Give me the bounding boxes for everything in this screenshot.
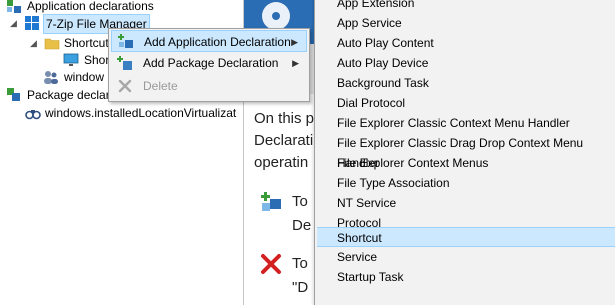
tip-delete-line1: To [292,255,308,272]
menu-item-add-application-declaration[interactable]: Add Application Declaration ▶ [111,30,307,52]
submenu-item-startup-task[interactable]: Startup Task [317,267,615,287]
intro-line: Declarati [254,132,314,149]
submenu-application-declarations: App Extension App Service Auto Play Cont… [314,0,615,305]
intro-paragraph: On this p Declarati operatin [254,108,314,174]
delete-x-icon [261,254,281,274]
menu-item-delete[interactable]: Delete [111,75,307,97]
chevron-right-icon: ▶ [292,58,299,68]
submenu-item-label: App Extension [337,0,415,10]
monitor-icon [63,53,79,66]
submenu-item-classic-context-menu-handler[interactable]: File Explorer Classic Context Menu Handl… [317,113,615,133]
delete-icon [118,79,132,93]
submenu-item-auto-play-device[interactable]: Auto Play Device [317,53,615,73]
tip-add-line2: De [292,217,312,234]
submenu-item-label: File Explorer Classic Context Menu Handl… [337,116,570,130]
submenu-item-app-service[interactable]: App Service [317,13,615,33]
menu-item-label: Delete [143,79,178,93]
submenu-item-label: App Service [337,16,402,30]
context-menu: Add Application Declaration ▶ Add Packag… [108,28,310,102]
submenu-item-label: File Type Association [337,176,450,190]
tree-item-label: Application declarations [27,0,154,13]
chevron-right-icon: ▶ [291,37,298,47]
tree-item-label: windows.installedLocationVirtualizat [45,106,237,120]
tip-add-line1: To [292,193,308,210]
intro-line: On this p [254,110,315,127]
add-declaration-icon [261,192,281,211]
submenu-item-app-extension[interactable]: App Extension [317,0,615,13]
menu-item-label: Add Application Declaration [144,35,291,49]
submenu-item-label: Dial Protocol [337,96,406,110]
submenu-item-label: Service [337,250,378,264]
package-declarations-icon [7,88,20,101]
chevron-down-icon[interactable]: ◢ [30,34,40,52]
tree-item-label: Shortcut [64,36,109,50]
users-icon [44,71,58,84]
tree-item-label: window [64,70,105,84]
submenu-item-label: File Explorer Context Menus [337,156,489,170]
submenu-item-label: Auto Play Content [337,36,434,50]
intro-line: operatin [254,154,309,171]
folder-icon [44,38,60,50]
submenu-item-shortcut[interactable]: Shortcut [317,227,615,247]
submenu-item-label: Background Task [337,76,429,90]
submenu-item-label: Shortcut [337,231,382,245]
submenu-item-classic-drag-drop-handler[interactable]: File Explorer Classic Drag Drop Context … [317,133,615,170]
submenu-item-label: Auto Play Device [337,56,429,70]
add-package-icon [117,56,132,70]
submenu-item-nt-service[interactable]: NT Service [317,193,615,213]
chevron-down-icon[interactable]: ◢ [10,14,20,32]
app-declarations-icon [7,0,21,13]
submenu-item-dial-protocol[interactable]: Dial Protocol [317,93,615,113]
submenu-item-label: NT Service [337,196,397,210]
submenu-item-label: Startup Task [337,270,404,284]
submenu-item-context-menus[interactable]: File Explorer Context Menus [317,153,615,173]
menu-item-label: Add Package Declaration [143,56,279,70]
menu-item-add-package-declaration[interactable]: Add Package Declaration ▶ [111,52,307,74]
submenu-item-auto-play-content[interactable]: Auto Play Content [317,33,615,53]
submenu-item-background-task[interactable]: Background Task [317,73,615,93]
tip-delete-line2: "D [292,279,309,296]
submenu-item-service[interactable]: Service [317,247,615,267]
add-application-icon [118,34,133,48]
binoculars-icon [25,110,41,120]
submenu-item-file-type-association[interactable]: File Type Association [317,173,615,193]
windows-logo-icon [25,16,39,30]
